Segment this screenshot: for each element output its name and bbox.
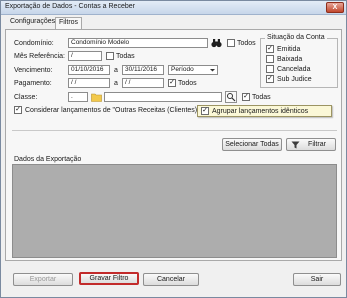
considerar-checkbox[interactable]: ✓ — [14, 106, 22, 114]
situacao-emitida-label: Emitida — [277, 46, 301, 53]
folder-icon[interactable] — [91, 92, 102, 102]
dados-exportacao-area[interactable] — [12, 164, 337, 258]
vencimento-to-field[interactable]: 30/11/2016 — [122, 65, 164, 75]
dados-legend: Dados da Exportação — [14, 156, 82, 163]
selecionar-todas-button[interactable]: Selecionar Todas — [222, 138, 282, 151]
filtrar-button[interactable]: Filtrar — [286, 138, 336, 151]
funnel-icon — [291, 141, 300, 153]
tab-configuracoes[interactable]: Configurações — [7, 17, 58, 29]
condominio-todos-label: Todos — [237, 40, 256, 47]
magnifier-icon — [227, 93, 236, 102]
situacao-emitida-checkbox[interactable]: ✓ — [266, 45, 274, 53]
classe-todas-checkbox[interactable]: ✓ — [242, 93, 250, 101]
separator — [12, 130, 337, 131]
filtros-panel: Condomínio: Condomínio Modelo Todos Mês … — [5, 29, 342, 261]
mes-referencia-label: Mês Referência: — [14, 53, 65, 60]
agrupar-checkbox[interactable]: ✓ — [201, 107, 209, 115]
mes-referencia-todas-checkbox[interactable] — [106, 52, 114, 60]
agrupar-label: Agrupar lançamentos idênticos — [212, 108, 309, 115]
situacao-cancelada-checkbox[interactable] — [266, 65, 274, 73]
classe-field[interactable] — [104, 92, 222, 102]
vencimento-mode-value: Período — [171, 66, 194, 73]
cancelar-button[interactable]: Cancelar — [143, 273, 199, 286]
close-button[interactable]: X — [326, 2, 344, 13]
vencimento-mode-select[interactable]: Período — [168, 65, 218, 75]
situacao-baixada-label: Baixada — [277, 56, 303, 63]
export-window: Exportação de Dados - Contas a Receber X… — [0, 0, 347, 298]
chevron-down-icon — [209, 66, 216, 74]
classe-label: Classe: — [14, 94, 38, 101]
pagamento-todos-checkbox[interactable]: ✓ — [168, 79, 176, 87]
filtrar-label: Filtrar — [308, 141, 326, 148]
condominio-label: Condomínio: — [14, 40, 54, 47]
pagamento-label: Pagamento: — [14, 80, 52, 87]
window-title: Exportação de Dados - Contas a Receber — [5, 3, 135, 10]
vencimento-label: Vencimento: — [14, 67, 53, 74]
mes-referencia-todas-label: Todas — [116, 53, 135, 60]
vencimento-a-label: a — [114, 67, 118, 74]
mes-referencia-field[interactable]: / — [68, 51, 102, 61]
pagamento-to-field[interactable]: / / — [122, 78, 164, 88]
classe-code-field[interactable]: . — [68, 92, 88, 102]
tab-filtros[interactable]: Filtros — [55, 17, 83, 29]
pagamento-a-label: a — [114, 80, 118, 87]
pagamento-from-field[interactable]: / / — [68, 78, 110, 88]
situacao-group: Situação da Conta ✓ Emitida Baixada Canc… — [260, 34, 338, 88]
classe-search-button[interactable] — [225, 91, 237, 103]
binoculars-icon[interactable] — [211, 38, 222, 48]
agrupar-tooltip[interactable]: ✓ Agrupar lançamentos idênticos — [197, 105, 332, 117]
title-bar[interactable]: Exportação de Dados - Contas a Receber X — [1, 1, 346, 15]
classe-todas-label: Todas — [252, 94, 271, 101]
condominio-field[interactable]: Condomínio Modelo — [68, 38, 208, 48]
pagamento-todos-label: Todos — [178, 80, 197, 87]
vencimento-from-field[interactable]: 01/10/2016 — [68, 65, 110, 75]
exportar-button[interactable]: Exportar — [13, 273, 73, 286]
sair-button[interactable]: Sair — [293, 273, 341, 286]
situacao-baixada-checkbox[interactable] — [266, 55, 274, 63]
situacao-legend: Situação da Conta — [265, 34, 327, 41]
situacao-cancelada-label: Cancelada — [277, 66, 311, 73]
situacao-subjudice-label: Sub Judice — [277, 76, 312, 83]
situacao-subjudice-checkbox[interactable]: ✓ — [266, 75, 274, 83]
gravar-filtro-button[interactable]: Gravar Filtro — [79, 272, 139, 285]
condominio-todos-checkbox[interactable] — [227, 39, 235, 47]
considerar-label: Considerar lançamentos de "Outras Receit… — [25, 107, 200, 114]
